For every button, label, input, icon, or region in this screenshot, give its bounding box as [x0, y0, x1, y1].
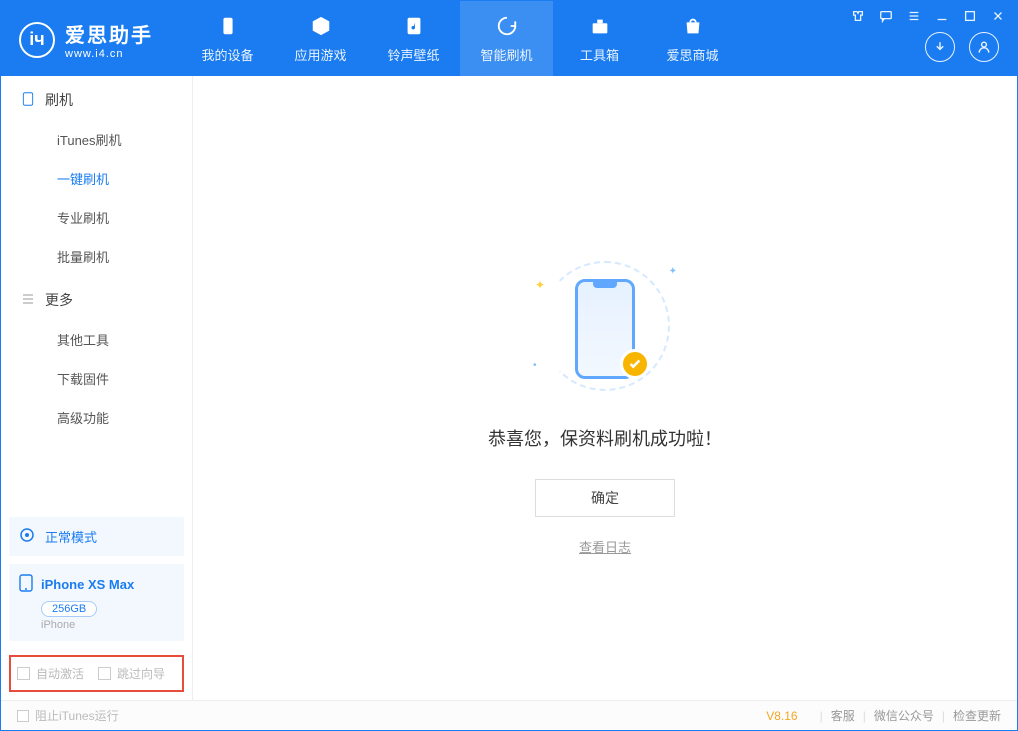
checkbox-block-itunes-label: 阻止iTunes运行 [35, 707, 119, 724]
minimize-icon[interactable] [933, 7, 951, 25]
app-url: www.i4.cn [65, 48, 153, 60]
feedback-icon[interactable] [877, 7, 895, 25]
sidebar-item-itunes-flash[interactable]: iTunes刷机 [1, 120, 192, 159]
view-log-link[interactable]: 查看日志 [579, 537, 631, 556]
nav-tab-label: 我的设备 [201, 45, 253, 64]
phone-outline-icon [21, 92, 35, 109]
refresh-shield-icon [494, 13, 520, 39]
nav-tab-label: 智能刷机 [480, 45, 532, 64]
header-right-icons [925, 32, 999, 62]
close-icon[interactable] [989, 7, 1007, 25]
skin-icon[interactable] [849, 7, 867, 25]
success-check-icon [620, 349, 650, 379]
mode-spin-icon [19, 527, 35, 546]
success-illustration: ✦ ✦ • [525, 256, 685, 401]
window-controls [849, 7, 1007, 25]
shopping-bag-icon [680, 13, 706, 39]
list-icon [21, 292, 35, 309]
sidebar-item-other-tools[interactable]: 其他工具 [1, 320, 192, 359]
nav-tab-label: 爱思商城 [666, 45, 718, 64]
sidebar-item-oneclick-flash[interactable]: 一键刷机 [1, 159, 192, 198]
main-content: ✦ ✦ • 恭喜您，保资料刷机成功啦！ 确定 查看日志 [193, 76, 1017, 700]
nav-tab-store[interactable]: 爱思商城 [646, 1, 739, 76]
sidebar-item-pro-flash[interactable]: 专业刷机 [1, 198, 192, 237]
sidebar-group-flash: 刷机 [1, 76, 192, 120]
user-icon[interactable] [969, 32, 999, 62]
nav-tab-toolbox[interactable]: 工具箱 [553, 1, 646, 76]
sidebar-item-download-firmware[interactable]: 下载固件 [1, 359, 192, 398]
menu-icon[interactable] [905, 7, 923, 25]
footer-link-support[interactable]: 客服 [831, 707, 855, 724]
device-mode-label: 正常模式 [45, 527, 97, 546]
checkbox-skip-guide-label: 跳过向导 [117, 665, 165, 682]
nav-tab-ringtones-wallpapers[interactable]: 铃声壁纸 [367, 1, 460, 76]
music-file-icon [401, 13, 427, 39]
download-icon[interactable] [925, 32, 955, 62]
cube-icon [308, 13, 334, 39]
nav-tab-label: 工具箱 [580, 45, 619, 64]
device-type: iPhone [41, 619, 174, 631]
nav-tab-smart-flash[interactable]: 智能刷机 [460, 1, 553, 76]
nav-tab-my-device[interactable]: 我的设备 [181, 1, 274, 76]
sidebar-group-more-label: 更多 [45, 290, 73, 310]
sidebar-group-flash-label: 刷机 [45, 90, 73, 110]
footer-link-check-update[interactable]: 检查更新 [953, 707, 1001, 724]
device-capacity: 256GB [41, 601, 97, 617]
sparkle-icon: • [533, 360, 537, 371]
device-mode-box[interactable]: 正常模式 [9, 517, 184, 556]
nav-tab-label: 铃声壁纸 [387, 45, 439, 64]
checkbox-auto-activate[interactable]: 自动激活 [17, 665, 84, 682]
sparkle-icon: ✦ [669, 266, 677, 277]
checkbox-skip-guide[interactable]: 跳过向导 [98, 665, 165, 682]
checkbox-icon [98, 667, 111, 680]
app-logo-icon: iч [19, 22, 55, 58]
logo-area: iч 爱思助手 www.i4.cn [1, 1, 171, 78]
nav-tabs: 我的设备 应用游戏 铃声壁纸 智能刷机 工具箱 [181, 1, 739, 76]
checkbox-icon [17, 667, 30, 680]
nav-tab-apps-games[interactable]: 应用游戏 [274, 1, 367, 76]
success-message: 恭喜您，保资料刷机成功啦！ [488, 425, 722, 451]
ok-button[interactable]: 确定 [535, 479, 675, 517]
device-name: iPhone XS Max [41, 577, 134, 592]
sidebar-item-batch-flash[interactable]: 批量刷机 [1, 237, 192, 276]
toolbox-icon [587, 13, 613, 39]
flash-options-highlighted: 自动激活 跳过向导 [9, 655, 184, 692]
nav-tab-label: 应用游戏 [294, 45, 346, 64]
checkbox-icon [17, 710, 29, 722]
checkbox-auto-activate-label: 自动激活 [36, 665, 84, 682]
version-label: V8.16 [766, 709, 797, 723]
body-area: 刷机 iTunes刷机 一键刷机 专业刷机 批量刷机 更多 其他工具 下载固件 … [1, 76, 1017, 700]
sparkle-icon: ✦ [535, 278, 545, 292]
device-phone-icon [19, 574, 33, 595]
sidebar-item-advanced[interactable]: 高级功能 [1, 398, 192, 437]
sidebar: 刷机 iTunes刷机 一键刷机 专业刷机 批量刷机 更多 其他工具 下载固件 … [1, 76, 193, 700]
device-info-box[interactable]: iPhone XS Max 256GB iPhone [9, 564, 184, 641]
sidebar-group-more: 更多 [1, 276, 192, 320]
checkbox-block-itunes[interactable]: 阻止iTunes运行 [17, 707, 119, 724]
app-header: iч 爱思助手 www.i4.cn 我的设备 应用游戏 铃声壁纸 [1, 1, 1017, 76]
phone-icon [215, 13, 241, 39]
footer-bar: 阻止iTunes运行 V8.16 | 客服 | 微信公众号 | 检查更新 [1, 700, 1017, 730]
app-name: 爱思助手 [65, 19, 153, 48]
footer-link-wechat[interactable]: 微信公众号 [874, 707, 934, 724]
maximize-icon[interactable] [961, 7, 979, 25]
